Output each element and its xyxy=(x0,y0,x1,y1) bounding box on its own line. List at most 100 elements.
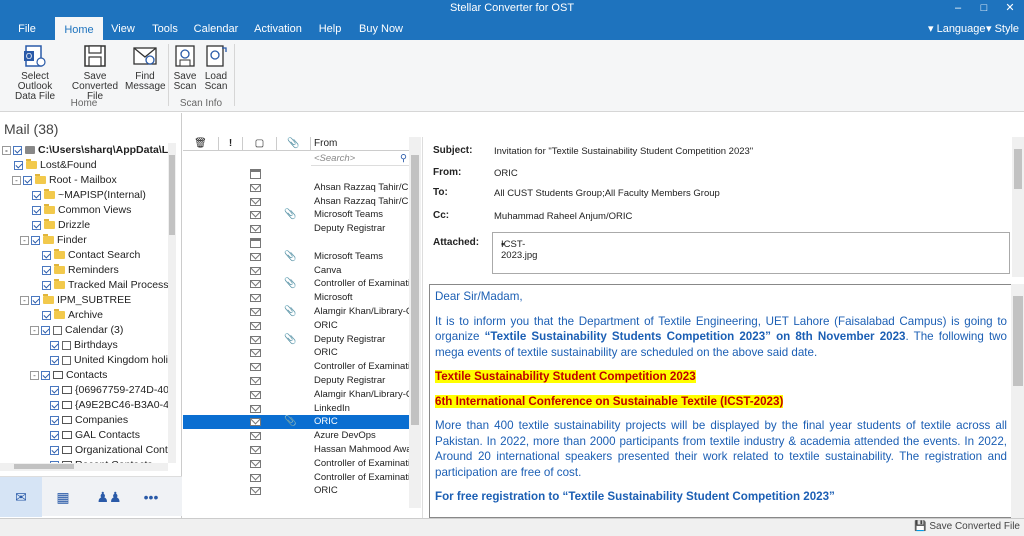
more-nav-button[interactable]: ••• xyxy=(130,477,172,517)
list-vertical-scrollbar[interactable] xyxy=(409,137,421,508)
type-column-header[interactable]: ▢ xyxy=(243,137,277,151)
body-paragraph-2: More than 400 textile sustainability pro… xyxy=(435,419,1007,479)
tree-item-archive[interactable]: Archive xyxy=(40,308,103,323)
message-row[interactable]: 📎 Microsoft Teams xyxy=(183,250,409,264)
mail-nav-button[interactable]: ✉ xyxy=(0,477,42,517)
message-sender: Deputy Registrar xyxy=(314,375,386,386)
tree-item-gal-contacts[interactable]: GAL Contacts xyxy=(48,428,140,443)
style-menu[interactable]: ▾ Style xyxy=(986,17,1019,40)
menu-buy-now[interactable]: Buy Now xyxy=(356,17,406,40)
envelope-icon xyxy=(250,349,261,358)
message-row[interactable]: 📎 Alamgir Khan/Library-CUS xyxy=(183,305,409,319)
tree-item-reminders[interactable]: Reminders xyxy=(40,263,119,278)
tree-item-organizational-contacts[interactable]: Organizational Contac xyxy=(48,443,168,458)
language-menu[interactable]: ▾ Language xyxy=(928,17,986,40)
tree-item-contact-folder-2[interactable]: {A9E2BC46-B3A0-424 xyxy=(48,398,168,413)
tree-item-tracked-mail[interactable]: Tracked Mail Processing xyxy=(40,278,168,293)
close-button[interactable]: ✕ xyxy=(997,0,1023,17)
from-value: ORIC xyxy=(494,168,518,179)
message-row[interactable]: 📎 Deputy Registrar xyxy=(183,333,409,347)
tree-item-contact-search[interactable]: Contact Search xyxy=(40,248,140,263)
envelope-icon xyxy=(250,418,261,427)
from-search-input[interactable]: <Search> ⚲ xyxy=(311,152,409,166)
message-row[interactable]: Controller of Examination xyxy=(183,457,409,471)
tree-item-birthdays[interactable]: Birthdays xyxy=(48,338,118,353)
menu-view[interactable]: View xyxy=(106,17,140,40)
menu-tools[interactable]: Tools xyxy=(146,17,184,40)
message-sender: Alamgir Khan/Library-CUS xyxy=(314,306,409,317)
to-label: To: xyxy=(433,187,448,198)
message-row[interactable]: Controller of Examination xyxy=(183,360,409,374)
tree-item-mapisp[interactable]: ~MAPISP(Internal) xyxy=(30,188,146,203)
tree-item-root-mailbox[interactable]: - Root - Mailbox xyxy=(12,173,117,188)
load-scan-button[interactable]: Load Scan xyxy=(202,43,230,92)
message-row[interactable]: 📎 Microsoft Teams xyxy=(183,208,409,222)
envelope-icon xyxy=(250,294,261,303)
contacts-nav-button[interactable]: ♟♟ xyxy=(88,477,130,517)
save-scan-label-2: Scan xyxy=(173,81,197,92)
menu-file[interactable]: File xyxy=(8,17,46,40)
save-scan-button[interactable]: Save Scan xyxy=(172,43,198,92)
message-row[interactable]: ORIC xyxy=(183,484,409,498)
select-outlook-label-1: Select Outlook xyxy=(17,71,53,92)
message-row[interactable]: 📎 ORIC xyxy=(183,415,409,430)
tree-vertical-scrollbar[interactable] xyxy=(168,143,176,463)
message-row[interactable]: 📎 Controller of Examination xyxy=(183,277,409,291)
tree-item-contact-folder-1[interactable]: {06967759-274D-40B xyxy=(48,383,168,398)
message-row[interactable]: ORIC xyxy=(183,319,409,333)
message-sender: Controller of Examination xyxy=(314,471,409,483)
message-row[interactable]: Controller of Examination xyxy=(183,471,409,485)
message-row[interactable]: LinkedIn xyxy=(183,402,409,416)
message-sender: Controller of Examination xyxy=(314,361,409,373)
message-row[interactable]: Microsoft xyxy=(183,291,409,305)
message-row[interactable]: Deputy Registrar xyxy=(183,222,409,236)
from-column-header[interactable]: From xyxy=(311,137,409,151)
tree-item-lost-found[interactable]: Lost&Found xyxy=(12,158,97,173)
message-row[interactable]: Hassan Mahmood Awan xyxy=(183,443,409,457)
tree-item-companies[interactable]: Companies xyxy=(48,413,128,428)
tree-item-drizzle[interactable]: Drizzle xyxy=(30,218,90,233)
tree-item-ipm-subtree[interactable]: - IPM_SUBTREE xyxy=(20,293,131,308)
tree-item-common-views[interactable]: Common Views xyxy=(30,203,131,218)
message-row[interactable]: Deputy Registrar xyxy=(183,374,409,388)
message-row[interactable]: ORIC xyxy=(183,346,409,360)
calendar-icon xyxy=(62,355,71,365)
tree-item-root-path[interactable]: -C:\Users\sharq\AppData\Loca xyxy=(2,143,168,158)
attachment-column-header[interactable]: 📎 xyxy=(277,137,311,151)
message-row[interactable]: Ahsan Razzaq Tahir/CUS xyxy=(183,181,409,195)
maximize-button[interactable]: □ xyxy=(971,0,997,17)
menu-help[interactable]: Help xyxy=(314,17,346,40)
menu-activation[interactable]: Activation xyxy=(250,17,306,40)
importance-column-header[interactable]: ! xyxy=(219,137,243,151)
message-sender: Microsoft xyxy=(314,292,353,304)
envelope-icon xyxy=(250,377,261,385)
message-row[interactable]: Alamgir Khan/Library-CUS xyxy=(183,388,409,402)
menu-calendar[interactable]: Calendar xyxy=(190,17,242,40)
paperclip-icon: 📎 xyxy=(284,333,297,345)
message-row[interactable] xyxy=(183,236,409,250)
people-icon: ♟♟ xyxy=(96,489,122,505)
menu-home[interactable]: Home xyxy=(55,17,103,40)
message-row[interactable]: Azure DevOps xyxy=(183,429,409,443)
select-outlook-data-file-button[interactable]: O Select Outlook Data File xyxy=(4,43,66,102)
message-row[interactable] xyxy=(183,167,409,181)
envelope-icon xyxy=(250,225,261,234)
tree-item-calendar[interactable]: - Calendar (3) xyxy=(30,323,123,338)
header-scrollbar[interactable] xyxy=(1012,137,1024,277)
tree-horizontal-scrollbar[interactable] xyxy=(0,463,168,471)
envelope-icon xyxy=(250,487,261,496)
find-message-button[interactable]: Find Message xyxy=(125,43,166,92)
message-row[interactable]: Canva xyxy=(183,264,409,278)
calendar-nav-button[interactable]: ▦ xyxy=(42,477,84,517)
status-save-converted-button[interactable]: 💾 Save Converted File xyxy=(914,521,1020,532)
minimize-button[interactable]: – xyxy=(945,0,971,17)
body-scrollbar[interactable] xyxy=(1011,284,1024,518)
save-converted-file-button[interactable]: Save Converted File xyxy=(66,43,124,102)
ribbon: O Select Outlook Data File Save Converte… xyxy=(0,40,1024,112)
tree-item-uk-holidays[interactable]: United Kingdom holid xyxy=(48,353,168,368)
delete-column-header[interactable]: 🗑 xyxy=(183,137,219,151)
message-sender: Controller of Examination xyxy=(314,457,409,469)
tree-item-contacts[interactable]: - Contacts xyxy=(30,368,107,383)
tree-item-finder[interactable]: - Finder xyxy=(20,233,87,248)
message-row[interactable]: Ahsan Razzaq Tahir/CUS xyxy=(183,195,409,209)
